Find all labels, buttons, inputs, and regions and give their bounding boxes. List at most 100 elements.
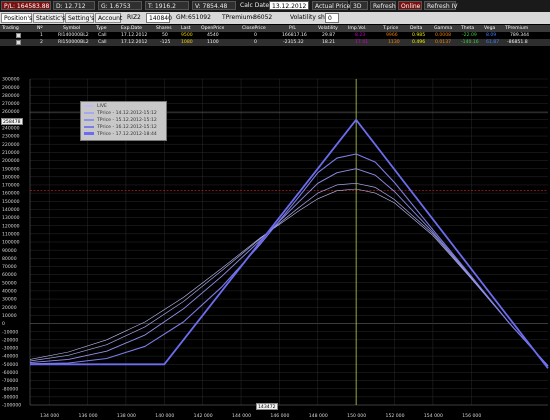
cell-tpremium: -86851.8 (507, 40, 528, 45)
y-tick-label: 10000 (2, 313, 17, 319)
col-gamma: Gamma (434, 26, 453, 31)
actual-price-button[interactable]: Actual Price (312, 1, 350, 10)
y-tick-label: 30000 (2, 297, 17, 303)
table-row[interactable]: 2 RI150000BL2 Call 17.12.2012 -125 1080 … (0, 39, 550, 46)
col-number: Nº (37, 26, 43, 31)
tab-positions[interactable]: Position's (1, 13, 32, 23)
col-delta: Delta (410, 26, 423, 31)
cell-tprice: 1130 (388, 40, 400, 45)
cell-open-price: 4540 (207, 33, 219, 38)
cell-last: 9500 (181, 33, 193, 38)
y-tick-label: 60000 (2, 272, 17, 278)
tpremium-label: TPremium: (222, 14, 255, 21)
y-tick-label: -40000 (2, 354, 18, 360)
y-tick-label: 280000 (2, 93, 20, 99)
3d-button[interactable]: 3D (350, 1, 368, 10)
cell-delta: 0.496 (412, 40, 426, 45)
table-header: Trading Nº Symbol Type Exp.Date Shares L… (0, 25, 550, 32)
gm-value: 651092 (188, 14, 211, 21)
trading-checkbox[interactable] (16, 40, 21, 45)
y-tick-label: 190000 (2, 166, 20, 172)
x-tick-label: 140 000 (155, 413, 174, 419)
delta-indicator: D: 12.712 (53, 1, 95, 10)
cell-open-price: 1100 (207, 40, 219, 45)
cell-exp-date: 17.12.2012 (121, 40, 148, 45)
legend-item: TPrice - 14.12.2012-15:12 (84, 110, 157, 117)
y-tick-label: 260000 (2, 109, 20, 115)
col-last: Last (181, 26, 191, 31)
cell-close-price: 0 (254, 33, 257, 38)
cell-vega: 61.87 (486, 40, 500, 45)
x-tick-label: 152 000 (386, 413, 405, 419)
cell-theta: -22.09 (462, 33, 477, 38)
cell-volatility: 18.21 (322, 40, 336, 45)
refresh-button[interactable]: Refresh (370, 1, 396, 10)
x-tick-label: 150 000 (347, 413, 366, 419)
x-tick-label: 156 000 (462, 413, 481, 419)
y-tick-label: 70000 (2, 264, 17, 270)
y-tick-label: -50000 (2, 362, 18, 368)
cell-theta: -140.16 (461, 40, 479, 45)
volatility-shift-input[interactable]: 0 (325, 13, 339, 23)
vega-indicator: V: 7854.48 (192, 1, 236, 10)
y-tick-label: 170000 (2, 183, 20, 189)
col-trading: Trading (2, 26, 19, 31)
cell-type: Call (98, 33, 107, 38)
cell-exp-date: 17.12.2012 (121, 33, 148, 38)
y-tick-label: 220000 (2, 142, 20, 148)
col-tprice: T.price (383, 26, 399, 31)
y-tick-label: 130000 (2, 215, 20, 221)
table-row[interactable]: 1 RI140000BL2 Call 17.12.2012 50 9500 45… (0, 32, 550, 39)
x-tick-label: 154 000 (424, 413, 443, 419)
top-toolbar: P/L: 164583.88 D: 12.712 G: 1.6753 T: 19… (0, 0, 550, 12)
tab-statistics[interactable]: Statistic's (33, 13, 65, 23)
y-tick-label: -10000 (2, 329, 18, 335)
y-tick-label: 230000 (2, 134, 20, 140)
trading-checkbox[interactable] (16, 33, 21, 38)
cell-imp-vol: 17.41 (355, 40, 369, 45)
col-symbol: Symbol (63, 26, 81, 31)
x-tick-label: 142 000 (194, 413, 213, 419)
col-exp-date: Exp.Date (121, 26, 142, 31)
cell-tprice: 9966 (386, 33, 398, 38)
legend-label: TPrice - 17.12.2012-18:44 (97, 132, 157, 137)
y-tick-label: -90000 (2, 394, 18, 400)
y-tick-label: -20000 (2, 337, 18, 343)
cell-imp-vol: 8.23 (355, 33, 366, 38)
x-readout: 143472 (256, 403, 278, 410)
y-tick-label: 50000 (2, 280, 17, 286)
payoff-chart[interactable]: -100000 -90000 -80000 -70000 -60000 -50000 -40… (0, 75, 550, 420)
calc-date-input[interactable]: 13.12.2012 (269, 1, 309, 10)
legend-label: TPrice - 16.12.2012-15:12 (97, 125, 157, 130)
cell-symbol: RI150000BL2 (58, 40, 89, 45)
y-tick-label: 240000 (2, 126, 20, 132)
legend-label: TPrice - 14.12.2012-15:12 (97, 111, 157, 116)
legend-label: TPrice - 15.12.2012-15:12 (97, 118, 157, 123)
positions-table: Trading Nº Symbol Type Exp.Date Shares L… (0, 24, 550, 46)
tpremium-value: -86052 (251, 14, 273, 21)
y-tick-label: 150000 (2, 199, 20, 205)
legend-item: TPrice - 16.12.2012-15:12 (84, 124, 157, 131)
calc-date-label: Calc Date: (240, 2, 272, 9)
y-tick-label: 90000 (2, 248, 17, 254)
y-tick-label: 100000 (2, 240, 20, 246)
y-tick-label: 40000 (2, 289, 17, 295)
x-tick-label: 148 000 (309, 413, 328, 419)
col-vega: Vega (484, 26, 496, 31)
price-input[interactable]: 140840 (146, 13, 172, 23)
col-close-price: ClosePrice (242, 26, 266, 31)
y-tick-label: -80000 (2, 386, 18, 392)
cell-last: 1080 (181, 40, 193, 45)
online-button[interactable]: Online (398, 1, 422, 10)
tab-account[interactable]: Account (95, 13, 122, 23)
cell-number: 2 (40, 40, 43, 45)
cell-volatility: 29.87 (322, 33, 336, 38)
tab-settings[interactable]: Setting's (65, 13, 94, 23)
legend-label: LIVE (97, 104, 107, 109)
cell-symbol: RI140000BL2 (58, 33, 89, 38)
refresh-iv-button[interactable]: Refresh IV (424, 1, 457, 10)
col-pl: P/L (289, 26, 296, 31)
legend-swatch (84, 118, 94, 121)
x-tick-label: 144 000 (232, 413, 251, 419)
y-tick-label: 300000 (2, 77, 20, 83)
